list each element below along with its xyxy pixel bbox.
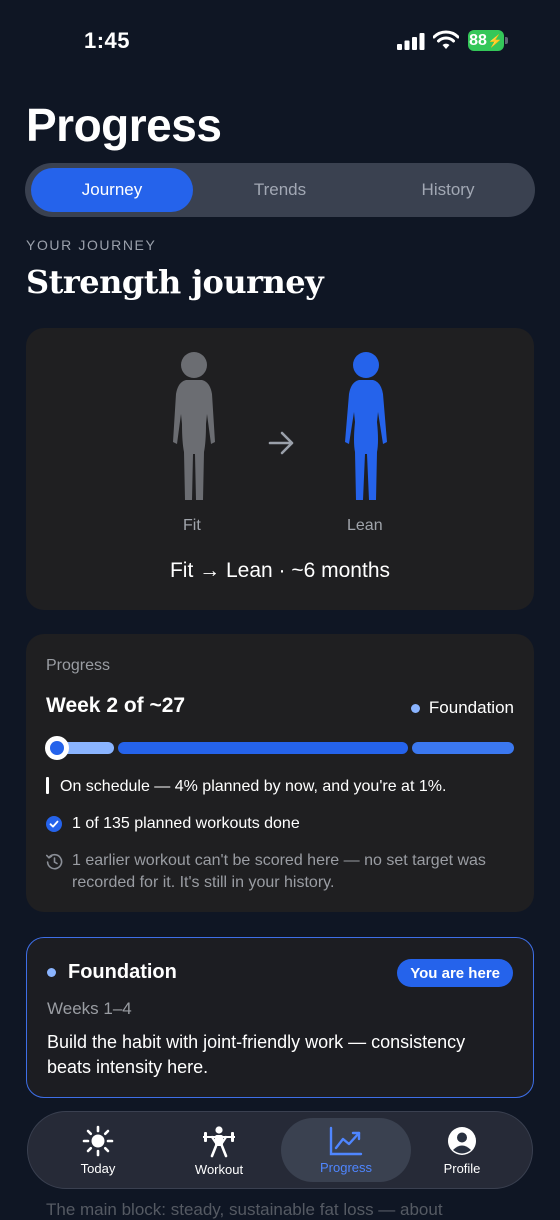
battery-cap — [505, 37, 508, 44]
phase-dot — [47, 968, 56, 977]
battery-level: 88 — [469, 31, 487, 49]
tab-profile-label: Profile — [443, 1160, 481, 1176]
from-body-label: Fit — [183, 517, 201, 534]
segmented-control: Journey Trends History — [25, 163, 535, 217]
tab-journey[interactable]: Journey — [31, 168, 193, 212]
status-bar: 1:45 88 ⚡ — [0, 0, 560, 80]
progress-marker — [45, 736, 69, 760]
battery-indicator: 88 ⚡ — [468, 30, 504, 51]
cellular-signal-icon — [397, 33, 425, 50]
journey-card: Fit Lean Fit → Lean · ~6 months — [26, 328, 534, 610]
tab-workout[interactable]: Workout — [159, 1118, 279, 1182]
tab-today-label: Today — [80, 1160, 116, 1176]
arrow-right-icon — [268, 431, 294, 455]
weightlifter-icon — [203, 1125, 235, 1157]
phase-weeks: Weeks 1–4 — [47, 999, 132, 1018]
week-counter: Week 2 of ~27 — [46, 694, 186, 717]
tab-trends[interactable]: Trends — [199, 168, 361, 212]
battery-charging-icon: ⚡ — [487, 33, 503, 48]
body-fit-icon — [173, 352, 215, 500]
journey-summary: Fit → Lean · ~6 months — [169, 559, 391, 582]
chart-icon — [329, 1126, 363, 1155]
to-body-label: Lean — [347, 517, 383, 534]
workouts-text: 1 of 135 planned workouts done — [72, 815, 300, 832]
tab-progress[interactable]: Progress — [281, 1118, 411, 1182]
wifi-icon — [433, 30, 459, 49]
schedule-status: On schedule — 4% planned by now, and you… — [46, 776, 446, 798]
phase-segment-final — [412, 742, 514, 754]
section-kicker: YOUR JOURNEY — [26, 237, 157, 253]
tab-profile[interactable]: Profile — [402, 1118, 522, 1182]
schedule-text: On schedule — 4% planned by now, and you… — [60, 778, 447, 795]
tab-today[interactable]: Today — [38, 1118, 158, 1182]
phase-card[interactable]: Foundation You are here Weeks 1–4 Build … — [26, 937, 534, 1098]
phase-title-text: Foundation — [68, 961, 177, 983]
workouts-done: 1 of 135 planned workouts done — [46, 813, 300, 835]
journey-title: Strength journey — [26, 263, 324, 301]
scoring-note: 1 earlier workout can't be scored here —… — [46, 850, 516, 894]
status-time: 1:45 — [84, 28, 131, 53]
you-are-here-badge: You are here — [397, 959, 513, 987]
person-icon — [448, 1126, 476, 1155]
page-title: Progress — [26, 99, 222, 151]
current-phase-label: Foundation — [428, 698, 514, 717]
phase-segment-main — [118, 742, 408, 754]
phase-description: Build the habit with joint-friendly work… — [47, 1032, 466, 1077]
current-phase-indicator: Foundation — [410, 698, 514, 718]
scoring-note-text: 1 earlier workout can't be scored here —… — [72, 852, 486, 891]
tab-workout-label: Workout — [194, 1161, 244, 1177]
phase-title: Foundation — [47, 961, 177, 984]
progress-section-label: Progress — [46, 657, 111, 674]
history-clock-icon — [46, 850, 72, 870]
tab-progress-label: Progress — [319, 1159, 373, 1175]
sun-icon — [82, 1125, 114, 1156]
bottom-tab-bar: Today Workout Progress Profile — [27, 1111, 533, 1189]
check-circle-icon — [46, 813, 72, 832]
progress-card: Progress Week 2 of ~27 Foundation On sch… — [26, 634, 534, 912]
tab-history[interactable]: History — [367, 168, 529, 212]
next-phase-description-peek: The main block: steady, sustainable fat … — [46, 1200, 443, 1219]
phase-dot — [410, 703, 420, 713]
body-lean-icon — [345, 352, 387, 500]
